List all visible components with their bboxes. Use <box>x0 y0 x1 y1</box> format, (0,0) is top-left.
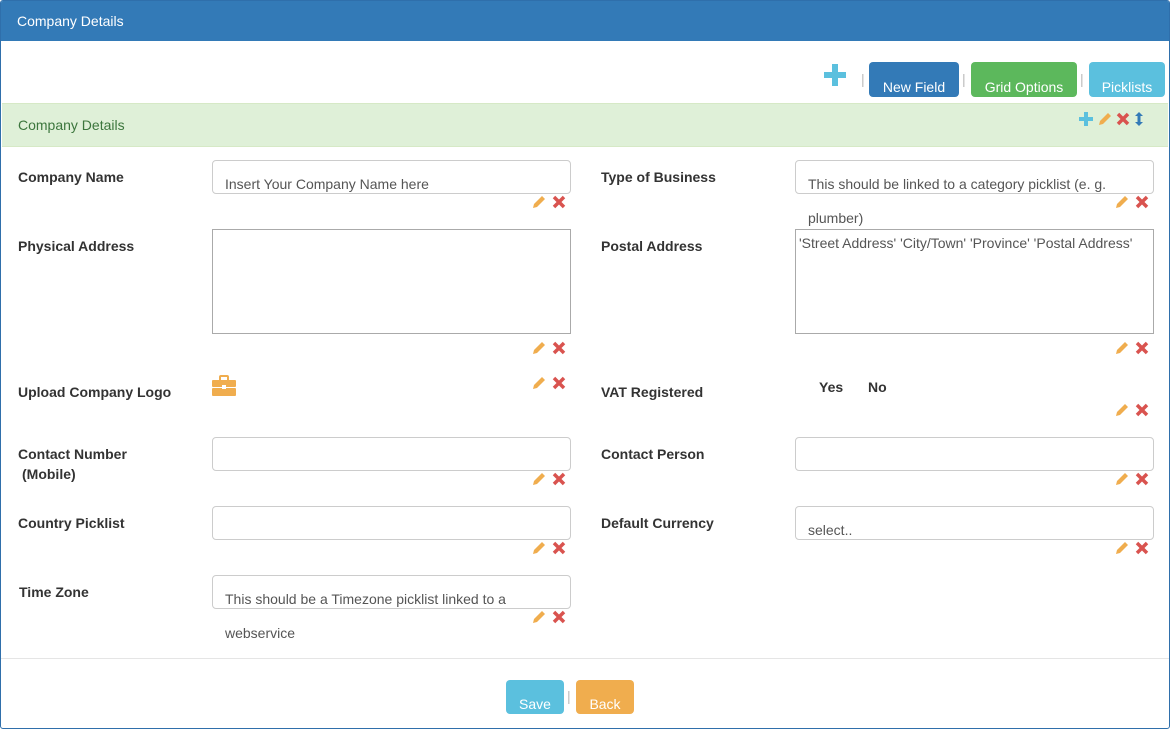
contact-number-label: Contact Number <box>18 446 127 462</box>
close-icon[interactable] <box>552 376 566 390</box>
close-icon[interactable] <box>1135 341 1149 355</box>
close-icon[interactable] <box>1135 541 1149 555</box>
time-zone-placeholder-overflow: webservice <box>225 625 296 641</box>
plus-icon[interactable] <box>823 63 847 87</box>
field-actions <box>531 194 566 210</box>
sort-vertical-icon[interactable] <box>1133 111 1145 127</box>
type-of-business-input[interactable]: This should be linked to a category pick… <box>795 160 1154 194</box>
panel-title: Company Details <box>17 13 124 29</box>
pencil-icon[interactable] <box>1114 402 1130 418</box>
save-button[interactable]: Save <box>506 680 564 714</box>
field-actions <box>1114 402 1149 418</box>
close-icon[interactable] <box>1135 195 1149 209</box>
toolbar-separator: | <box>962 71 966 87</box>
pencil-icon[interactable] <box>531 609 547 625</box>
company-name-input[interactable]: Insert Your Company Name here <box>212 160 571 194</box>
pencil-icon[interactable] <box>531 471 547 487</box>
pencil-icon[interactable] <box>1114 540 1130 556</box>
pencil-icon[interactable] <box>1114 340 1130 356</box>
upload-logo-label: Upload Company Logo <box>18 384 172 400</box>
field-actions <box>1114 194 1149 210</box>
type-of-business-label: Type of Business <box>601 169 716 185</box>
close-icon[interactable] <box>552 341 566 355</box>
field-actions <box>531 375 566 391</box>
picklists-button[interactable]: Picklists <box>1089 62 1165 97</box>
field-actions <box>531 609 566 625</box>
back-button[interactable]: Back <box>576 680 634 714</box>
new-field-button[interactable]: New Field <box>869 62 959 97</box>
field-actions <box>1114 340 1149 356</box>
pencil-icon[interactable] <box>1114 471 1130 487</box>
field-actions <box>531 540 566 556</box>
contact-number-input[interactable] <box>212 437 571 471</box>
contact-number-label-suffix: (Mobile) <box>22 466 76 482</box>
default-currency-select[interactable]: select.. <box>795 506 1154 540</box>
close-icon[interactable] <box>552 472 566 486</box>
close-icon[interactable] <box>1116 112 1130 126</box>
time-zone-input[interactable]: This should be a Timezone picklist linke… <box>212 575 571 609</box>
close-icon[interactable] <box>1135 403 1149 417</box>
toolbar-separator: | <box>861 71 865 87</box>
section-header: Company Details <box>2 103 1168 147</box>
company-name-label: Company Name <box>18 169 124 185</box>
toolbar-separator: | <box>1080 71 1084 87</box>
postal-address-label: Postal Address <box>601 238 703 254</box>
close-icon[interactable] <box>1135 472 1149 486</box>
panel-title-bar: Company Details <box>1 1 1169 41</box>
company-details-panel: Company Details | New Field | Grid Optio… <box>0 0 1170 729</box>
vat-yes-option[interactable]: Yes <box>819 379 843 395</box>
physical-address-label: Physical Address <box>18 238 135 254</box>
pencil-icon[interactable] <box>1114 194 1130 210</box>
plus-icon[interactable] <box>1078 111 1094 127</box>
grid-options-button[interactable]: Grid Options <box>971 62 1077 97</box>
pencil-icon[interactable] <box>531 340 547 356</box>
close-icon[interactable] <box>552 195 566 209</box>
time-zone-label: Time Zone <box>19 584 89 600</box>
postal-address-textarea[interactable]: 'Street Address' 'City/Town' 'Province' … <box>795 229 1154 334</box>
section-actions <box>1078 109 1145 129</box>
footer-separator: | <box>567 688 571 704</box>
contact-person-input[interactable] <box>795 437 1154 471</box>
briefcase-icon[interactable] <box>212 375 236 397</box>
contact-person-label: Contact Person <box>601 446 705 462</box>
vat-registered-label: VAT Registered <box>601 384 704 400</box>
field-actions <box>1114 471 1149 487</box>
field-actions <box>531 340 566 356</box>
vat-no-option[interactable]: No <box>868 379 887 395</box>
default-currency-label: Default Currency <box>601 515 714 531</box>
footer-divider <box>1 658 1169 659</box>
pencil-icon[interactable] <box>531 194 547 210</box>
section-title: Company Details <box>18 117 125 133</box>
pencil-icon[interactable] <box>1097 111 1113 127</box>
field-actions <box>1114 540 1149 556</box>
field-actions <box>531 471 566 487</box>
type-of-business-placeholder-overflow: plumber) <box>808 210 864 226</box>
close-icon[interactable] <box>552 541 566 555</box>
pencil-icon[interactable] <box>531 540 547 556</box>
country-picklist-input[interactable] <box>212 506 571 540</box>
physical-address-textarea[interactable] <box>212 229 571 334</box>
pencil-icon[interactable] <box>531 375 547 391</box>
close-icon[interactable] <box>552 610 566 624</box>
country-picklist-label: Country Picklist <box>18 515 125 531</box>
